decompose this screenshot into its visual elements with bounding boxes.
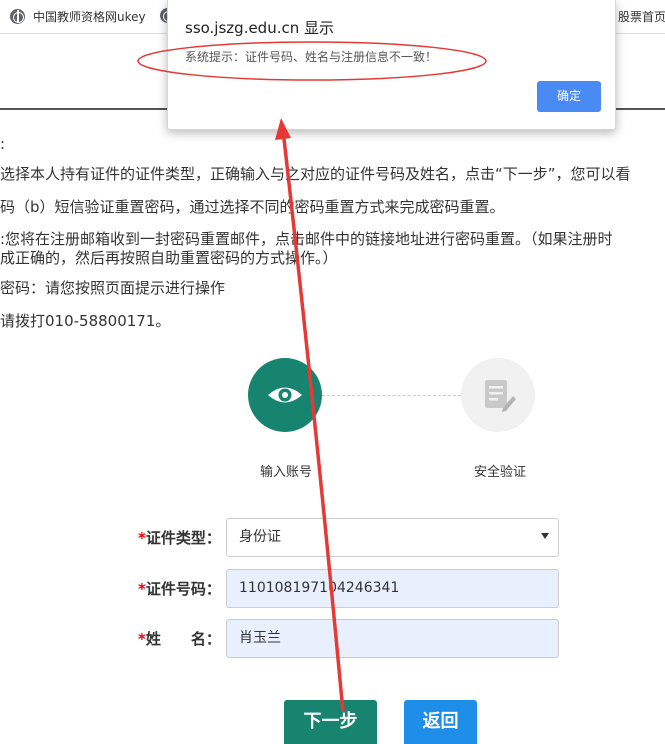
step-label-verify: 安全验证: [474, 465, 527, 480]
id-type-value: 身份证: [239, 529, 281, 545]
id-number-input[interactable]: 110108197104246341: [226, 569, 559, 608]
instruction-line: 选择本人持有证件的证件类型，正确输入与之对应的证件号码及姓名，点击“下一步”，您…: [0, 165, 631, 183]
chevron-down-icon: [541, 533, 549, 539]
bookmark-item-stock[interactable]: 股票首页: [618, 8, 665, 25]
required-mark: *: [138, 630, 146, 648]
next-step-button[interactable]: 下一步: [284, 700, 377, 744]
step-account: [248, 358, 322, 432]
step-connector: [322, 395, 461, 396]
dialog-message: 系统提示：证件号码、姓名与注册信息不一致！: [185, 50, 438, 64]
required-mark: *: [138, 529, 146, 547]
bookmark-label: 股票首页: [618, 10, 665, 24]
id-type-label: *证件类型：: [138, 529, 221, 547]
back-button[interactable]: 返回: [404, 700, 477, 744]
step-label-account: 输入账号: [260, 465, 313, 480]
instruction-line: 请拨打010-58800171。: [0, 312, 171, 330]
instruction-line: 密码：请您按照页面提示进行操作: [0, 279, 226, 297]
globe-icon: [10, 9, 25, 24]
instruction-line: :: [0, 135, 6, 153]
alert-dialog: sso.jszg.edu.cn 显示 系统提示：证件号码、姓名与注册信息不一致！…: [167, 0, 616, 130]
required-mark: *: [138, 580, 146, 598]
dialog-ok-button[interactable]: 确定: [537, 81, 601, 112]
id-type-select[interactable]: 身份证: [226, 518, 559, 557]
step-verify: [461, 358, 535, 432]
document-edit-icon: [485, 380, 516, 412]
name-label: *姓 名：: [138, 630, 221, 648]
eye-icon: [268, 387, 302, 403]
dialog-title: sso.jszg.edu.cn 显示: [185, 19, 335, 37]
instruction-line: 码（b）短信验证重置密码，通过选择不同的密码重置方式来完成密码重置。: [0, 198, 505, 216]
bookmark-item[interactable]: 中国教师资格网ukey: [10, 8, 146, 25]
instruction-line: 成正确的，然后再按照自助重置密码的方式操作。）: [0, 249, 338, 267]
bookmark-label: 中国教师资格网ukey: [33, 10, 146, 24]
instruction-line: :您将在注册邮箱收到一封密码重置邮件，点击邮件中的链接地址进行密码重置。（如果注…: [0, 230, 613, 248]
name-input[interactable]: 肖玉兰: [226, 619, 559, 658]
id-number-label: *证件号码：: [138, 580, 221, 598]
